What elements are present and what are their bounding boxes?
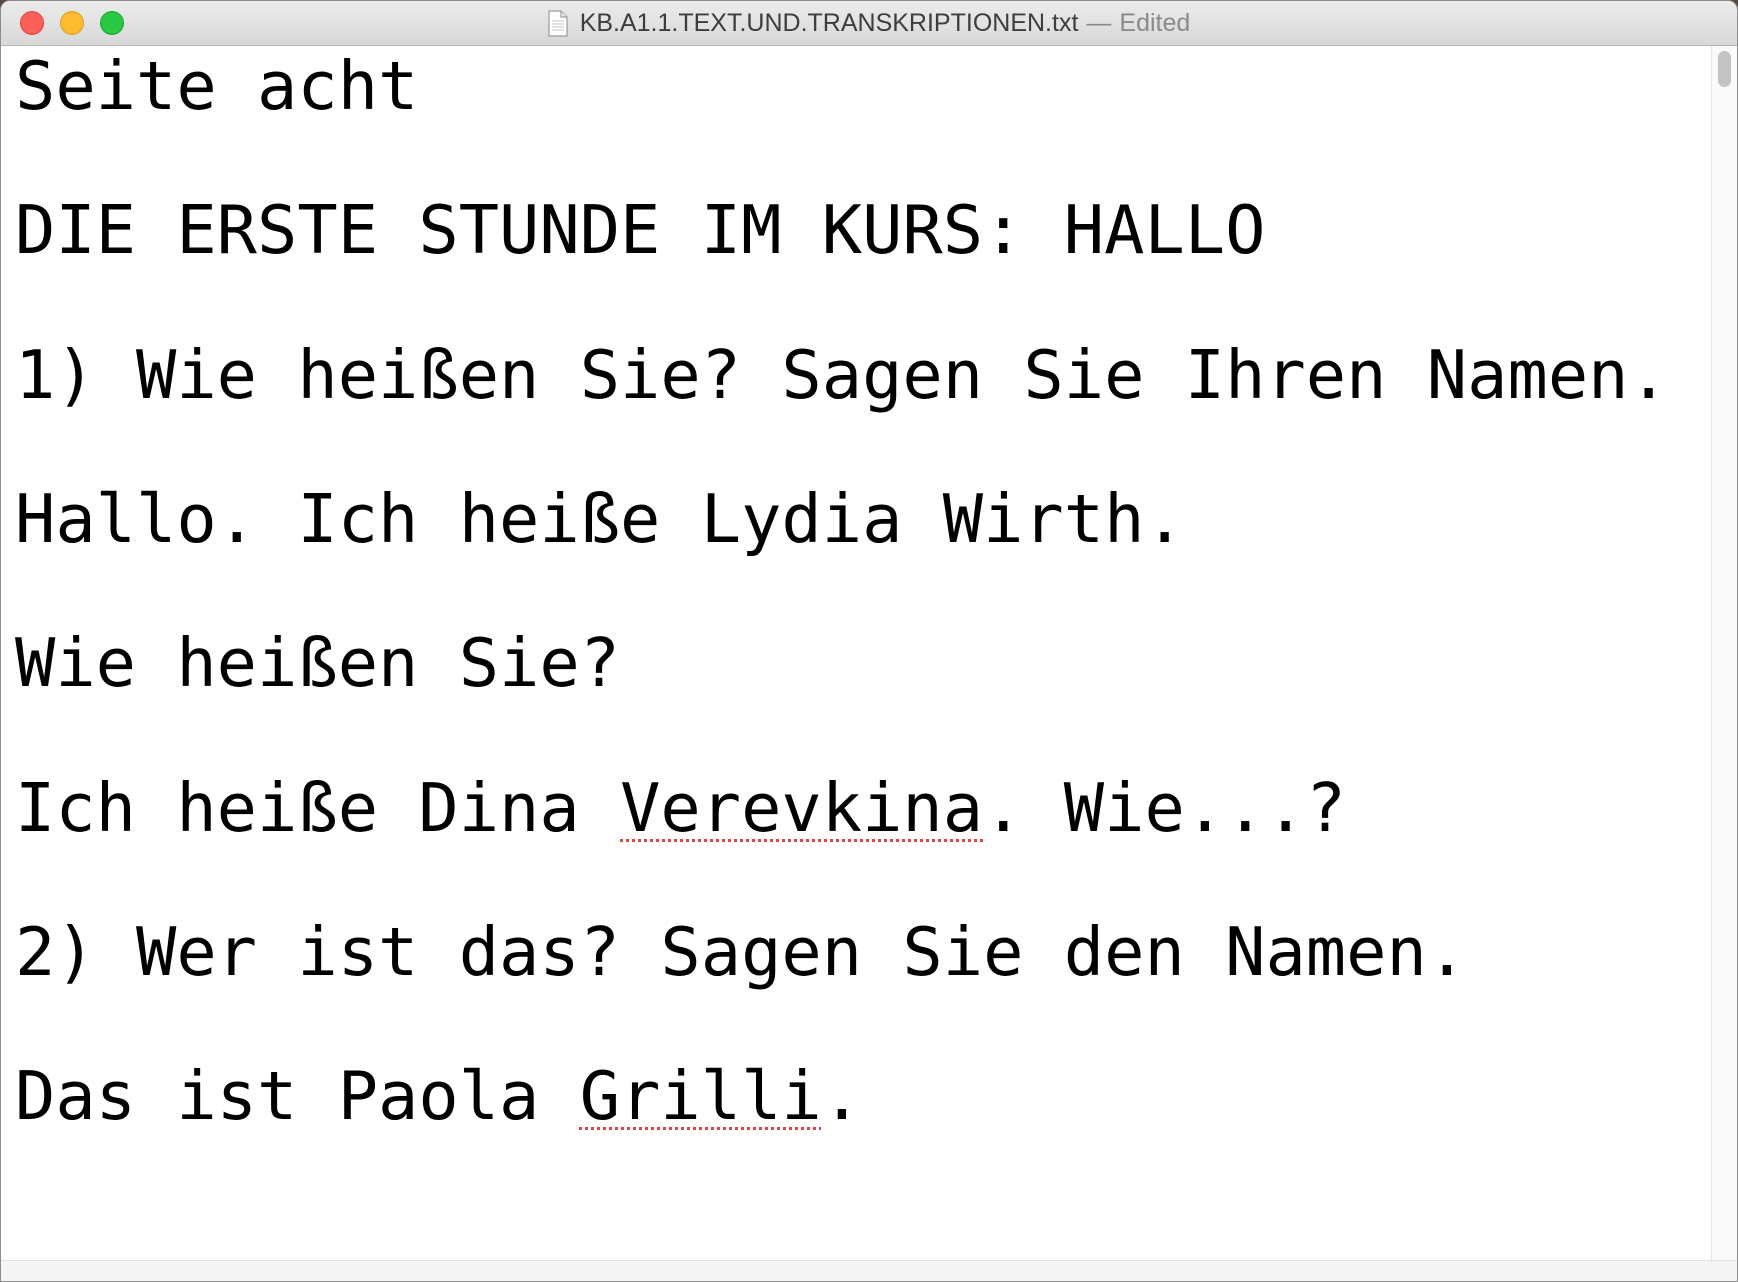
text-line-5[interactable]: Wie heißen Sie? bbox=[15, 623, 620, 703]
text-line-8[interactable]: Das ist Paola Grilli. bbox=[15, 1056, 862, 1136]
misspelled-word-grilli[interactable]: Grilli bbox=[580, 1057, 822, 1135]
text-document-icon[interactable] bbox=[548, 9, 568, 37]
text-line-8-part-1: Das ist Paola bbox=[15, 1057, 580, 1135]
text-editing-area[interactable]: Seite acht DIE ERSTE STUNDE IM KURS: HAL… bbox=[1, 46, 1711, 1261]
text-line-1[interactable]: Seite acht bbox=[15, 46, 418, 126]
text-line-6[interactable]: Ich heiße Dina Verevkina. Wie...? bbox=[15, 768, 1346, 848]
scrollbar-thumb[interactable] bbox=[1718, 51, 1731, 87]
window-bottom-edge bbox=[1, 1260, 1737, 1281]
title-bar[interactable]: KB.A1.1.TEXT.UND.TRANSKRIPTIONEN.txt — E… bbox=[1, 1, 1737, 46]
text-line-3[interactable]: 1) Wie heißen Sie? Sagen Sie Ihren Namen… bbox=[15, 335, 1669, 415]
title-separator: — bbox=[1086, 8, 1112, 37]
misspelled-word-verevkina[interactable]: Verevkina bbox=[620, 769, 983, 847]
window-title: KB.A1.1.TEXT.UND.TRANSKRIPTIONEN.txt — E… bbox=[1, 1, 1737, 45]
text-line-6-part-1: Ich heiße Dina bbox=[15, 769, 621, 847]
text-line-8-part-2: . bbox=[821, 1057, 863, 1135]
text-line-7[interactable]: 2) Wer ist das? Sagen Sie den Namen. bbox=[15, 912, 1467, 992]
text-line-4[interactable]: Hallo. Ich heiße Lydia Wirth. bbox=[15, 479, 1185, 559]
text-line-6-part-2: . Wie...? bbox=[983, 769, 1347, 847]
document-filename: KB.A1.1.TEXT.UND.TRANSKRIPTIONEN.txt bbox=[579, 8, 1079, 37]
text-editor-window: KB.A1.1.TEXT.UND.TRANSKRIPTIONEN.txt — E… bbox=[0, 0, 1738, 1282]
vertical-scrollbar[interactable] bbox=[1711, 46, 1737, 1261]
edited-status: Edited bbox=[1119, 8, 1191, 37]
text-line-2[interactable]: DIE ERSTE STUNDE IM KURS: HALLO bbox=[15, 190, 1265, 270]
